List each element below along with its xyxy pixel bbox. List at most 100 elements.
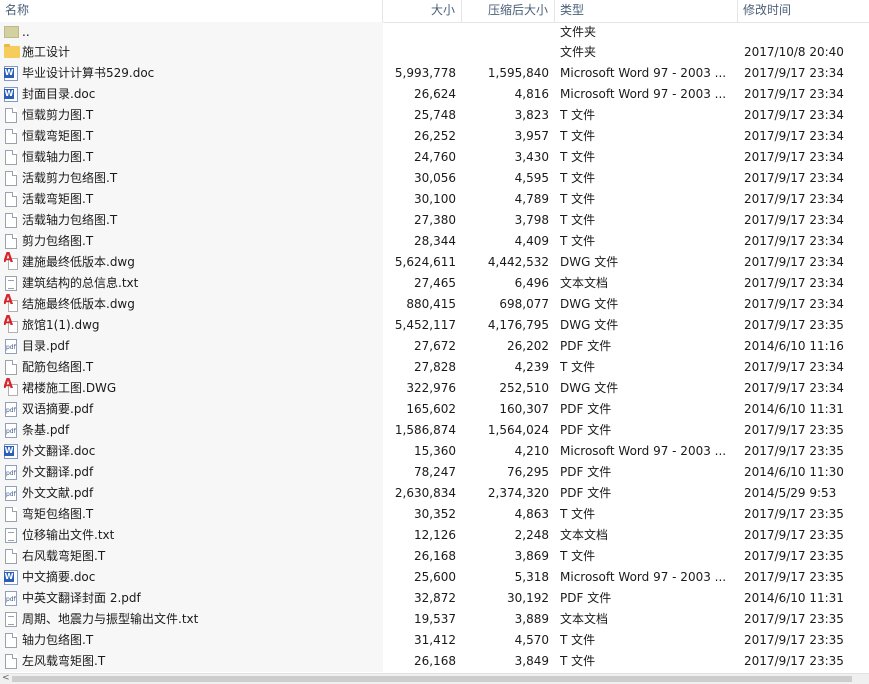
file-size: 2,630,834 xyxy=(394,486,456,500)
file-row[interactable]: 中英文翻译封面 2.pdf 32,872 30,192 PDF 文件 2014/6/10… xyxy=(0,588,869,609)
file-type: 文件夹 xyxy=(560,45,597,59)
file-row[interactable]: 剪力包络图.T 28,344 4,409 T 文件 2017/9/17 23:34 xyxy=(0,231,869,252)
file-row[interactable]: 封面目录.doc 26,624 4,816 Microsoft Word 97 - 2… xyxy=(0,84,869,105)
file-name: 封面目录.doc xyxy=(22,87,96,101)
file-type: 文本文档 xyxy=(560,612,609,626)
file-size: 19,537 xyxy=(414,612,456,626)
file-size: 26,168 xyxy=(414,549,456,563)
file-compressed-size: 4,210 xyxy=(514,444,549,458)
file-row[interactable]: 活载轴力包络图.T 27,380 3,798 T 文件 2017/9/17 23:34 xyxy=(0,210,869,231)
file-icon xyxy=(5,108,17,123)
file-icon-cell xyxy=(4,504,20,525)
column-header-compressed-size[interactable]: 压缩后大小 xyxy=(462,0,555,22)
file-type: T 文件 xyxy=(560,108,596,122)
file-name: 外文翻译.pdf xyxy=(22,465,94,479)
file-row[interactable]: 目录.pdf 27,672 26,202 PDF 文件 2014/6/10 11:16 xyxy=(0,336,869,357)
scroll-left-arrow-icon[interactable]: < xyxy=(2,673,10,683)
file-icon xyxy=(5,549,17,564)
file-modified: 2017/9/17 23:34 xyxy=(744,213,844,227)
file-icon-cell xyxy=(4,168,20,189)
file-size: 31,412 xyxy=(414,633,456,647)
file-row[interactable]: 外文翻译.pdf 78,247 76,295 PDF 文件 2014/6/10 11:3… xyxy=(0,462,869,483)
file-name: 左风载弯矩图.T xyxy=(22,654,106,668)
file-name: 剪力包络图.T xyxy=(22,234,94,248)
file-name: 裙楼施工图.DWG xyxy=(22,381,117,395)
file-row[interactable]: 恒载轴力图.T 24,760 3,430 T 文件 2017/9/17 23:34 xyxy=(0,147,869,168)
file-compressed-size: 1,595,840 xyxy=(487,66,549,80)
file-modified: 2017/9/17 23:35 xyxy=(744,549,844,563)
file-name: 毕业设计计算书529.doc xyxy=(22,66,155,80)
file-icon-cell xyxy=(4,252,20,273)
file-row[interactable]: 周期、地震力与振型输出文件.txt 19,537 3,889 文本文档 2017/9/1… xyxy=(0,609,869,630)
file-modified: 2017/9/17 23:34 xyxy=(744,129,844,143)
file-icon-cell xyxy=(4,63,20,84)
file-icon-cell xyxy=(4,630,20,651)
file-modified: 2017/9/17 23:35 xyxy=(744,654,844,668)
file-row[interactable]: 中文摘要.doc 25,600 5,318 Microsoft Word 97 - 2… xyxy=(0,567,869,588)
file-row[interactable]: .. 文件夹 xyxy=(0,22,869,42)
file-icon xyxy=(5,507,17,522)
file-name: 轴力包络图.T xyxy=(22,633,94,647)
file-icon xyxy=(5,633,17,648)
column-header-size[interactable]: 大小 xyxy=(383,0,462,22)
scrollbar-thumb[interactable] xyxy=(12,676,852,682)
file-row[interactable]: 右风载弯矩图.T 26,168 3,869 T 文件 2017/9/17 23:35 xyxy=(0,546,869,567)
file-type: T 文件 xyxy=(560,192,596,206)
file-row[interactable]: 恒载弯矩图.T 26,252 3,957 T 文件 2017/9/17 23:34 xyxy=(0,126,869,147)
file-compressed-size: 2,248 xyxy=(514,528,549,542)
file-icon xyxy=(5,234,17,249)
file-row[interactable]: 外文文献.pdf 2,630,834 2,374,320 PDF 文件 2014/5/2… xyxy=(0,483,869,504)
file-row[interactable]: 弯矩包络图.T 30,352 4,863 T 文件 2017/9/17 23:35 xyxy=(0,504,869,525)
file-icon-cell xyxy=(4,294,20,315)
file-row[interactable]: 施工设计 文件夹 2017/10/8 20:40 xyxy=(0,42,869,63)
file-icon-cell xyxy=(4,609,20,630)
file-list: ..文件夹施工设计文件夹2017/10/8 20:40毕业设计计算书529.do… xyxy=(0,22,869,672)
sort-ascending-icon: ^ xyxy=(187,0,195,7)
file-row[interactable]: 建施最终低版本.dwg 5,624,611 4,442,532 DWG 文件 2017/… xyxy=(0,252,869,273)
file-row[interactable]: 活载剪力包络图.T 30,056 4,595 T 文件 2017/9/17 23:34 xyxy=(0,168,869,189)
file-icon xyxy=(5,213,17,228)
file-size: 1,586,874 xyxy=(394,423,456,437)
file-row[interactable]: 配筋包络图.T 27,828 4,239 T 文件 2017/9/17 23:34 xyxy=(0,357,869,378)
file-compressed-size: 4,595 xyxy=(514,171,549,185)
file-size: 27,380 xyxy=(414,213,456,227)
horizontal-scrollbar[interactable]: < xyxy=(0,673,869,684)
file-row[interactable]: 左风载弯矩图.T 26,168 3,849 T 文件 2017/9/17 23:35 xyxy=(0,651,869,672)
file-name: 周期、地震力与振型输出文件.txt xyxy=(22,612,199,626)
word-doc-icon xyxy=(4,444,18,459)
file-row[interactable]: 毕业设计计算书529.doc 5,993,778 1,595,840 Microsof… xyxy=(0,63,869,84)
text-file-icon xyxy=(5,612,17,627)
file-row[interactable]: 活载弯矩图.T 30,100 4,789 T 文件 2017/9/17 23:34 xyxy=(0,189,869,210)
file-row[interactable]: 结施最终低版本.dwg 880,415 698,077 DWG 文件 2017/9/17… xyxy=(0,294,869,315)
file-modified: 2014/6/10 11:31 xyxy=(744,402,844,416)
file-type: 文件夹 xyxy=(560,25,597,39)
column-header-modified[interactable]: 修改时间 xyxy=(738,0,869,22)
file-type: T 文件 xyxy=(560,507,596,521)
file-compressed-size xyxy=(462,42,549,63)
file-row[interactable]: 双语摘要.pdf 165,602 160,307 PDF 文件 2014/6/10 11… xyxy=(0,399,869,420)
file-size: 26,252 xyxy=(414,129,456,143)
file-type: T 文件 xyxy=(560,654,596,668)
file-row[interactable]: 轴力包络图.T 31,412 4,570 T 文件 2017/9/17 23:35 xyxy=(0,630,869,651)
file-type: T 文件 xyxy=(560,129,596,143)
file-row[interactable]: 条基.pdf 1,586,874 1,564,024 PDF 文件 2017/9/17 … xyxy=(0,420,869,441)
file-row[interactable]: 建筑结构的总信息.txt 27,465 6,496 文本文档 2017/9/17 23:… xyxy=(0,273,869,294)
file-modified: 2017/9/17 23:34 xyxy=(744,360,844,374)
file-type: T 文件 xyxy=(560,633,596,647)
file-row[interactable]: 外文翻译.doc 15,360 4,210 Microsoft Word 97 - 2… xyxy=(0,441,869,462)
file-row[interactable]: 恒载剪力图.T 25,748 3,823 T 文件 2017/9/17 23:34 xyxy=(0,105,869,126)
file-compressed-size xyxy=(462,22,549,42)
file-name: 结施最终低版本.dwg xyxy=(22,297,135,311)
file-compressed-size: 3,823 xyxy=(514,108,549,122)
column-header-type[interactable]: 类型 xyxy=(555,0,738,22)
word-doc-icon xyxy=(4,66,18,81)
file-row[interactable]: 位移输出文件.txt 12,126 2,248 文本文档 2017/9/17 23:35 xyxy=(0,525,869,546)
file-modified: 2017/9/17 23:34 xyxy=(744,150,844,164)
pdf-icon xyxy=(5,339,17,354)
file-icon-cell xyxy=(4,462,20,483)
file-compressed-size: 3,869 xyxy=(514,549,549,563)
file-row[interactable]: 旅馆1(1).dwg 5,452,117 4,176,795 DWG 文件 2017/9… xyxy=(0,315,869,336)
file-icon-cell xyxy=(4,231,20,252)
file-compressed-size: 3,798 xyxy=(514,213,549,227)
file-row[interactable]: 裙楼施工图.DWG 322,976 252,510 DWG 文件 2017/9/17 2… xyxy=(0,378,869,399)
